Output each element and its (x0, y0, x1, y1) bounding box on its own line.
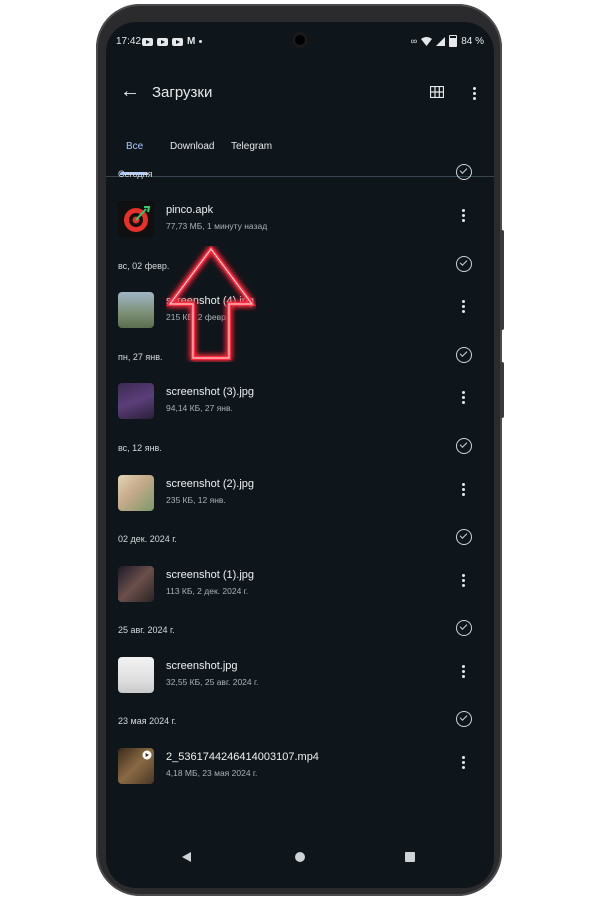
video-thumbnail (118, 748, 154, 784)
tab-all[interactable]: Все (126, 141, 143, 152)
select-all-check-icon[interactable] (456, 164, 472, 180)
item-more-icon[interactable] (458, 665, 468, 678)
image-thumbnail (118, 292, 154, 328)
date-label: 02 дек. 2024 г. (118, 534, 177, 544)
file-meta: 235 КБ, 12 янв. (166, 495, 226, 505)
battery-level: 84 % (461, 35, 484, 47)
nav-back-icon[interactable] (182, 852, 191, 862)
play-icon (142, 750, 152, 760)
item-more-icon[interactable] (458, 756, 468, 769)
list-item[interactable]: screenshot (4).jpg 215 КБ, 2 февр. (106, 290, 494, 334)
file-meta: 32,55 КБ, 25 авг. 2024 г. (166, 677, 259, 687)
file-meta: 94,14 КБ, 27 янв. (166, 403, 233, 413)
item-more-icon[interactable] (458, 483, 468, 496)
date-label: 25 авг. 2024 г. (118, 625, 175, 635)
power-button (500, 230, 504, 330)
item-more-icon[interactable] (458, 300, 468, 313)
more-options-icon[interactable] (469, 87, 479, 100)
front-camera (292, 32, 308, 48)
date-label: вс, 02 февр. (118, 261, 170, 271)
grid-view-icon[interactable] (430, 86, 444, 98)
file-name: pinco.apk (166, 204, 214, 216)
youtube-icon (157, 37, 168, 46)
date-label: пн, 27 янв. (118, 352, 163, 362)
date-header: 02 дек. 2024 г. (106, 529, 494, 553)
neon-arrow-up-icon (166, 246, 256, 360)
status-bar: 17:42 M ∞ 84 % (106, 22, 494, 62)
page-title: Загрузки (152, 84, 213, 101)
youtube-icon (142, 37, 153, 46)
date-header: вс, 02 февр. (106, 256, 494, 280)
image-thumbnail (118, 383, 154, 419)
select-all-check-icon[interactable] (456, 256, 472, 272)
date-label: Сегодня (118, 169, 153, 179)
battery-icon (449, 35, 458, 47)
date-header: Сегодня (106, 164, 494, 188)
list-item[interactable]: 2_5361744246414003107.mp4 4,18 МБ, 23 ма… (106, 746, 494, 790)
file-name: screenshot (3).jpg (166, 386, 255, 398)
app-icon (118, 201, 154, 237)
select-all-check-icon[interactable] (456, 347, 472, 363)
app-bar: ← Загрузки (106, 74, 494, 114)
system-icons: ∞ 84 % (411, 35, 484, 47)
file-name: 2_5361744246414003107.mp4 (166, 751, 319, 763)
date-header: 25 авг. 2024 г. (106, 620, 494, 644)
volume-button (500, 362, 504, 418)
image-thumbnail (118, 657, 154, 693)
tab-download[interactable]: Download (170, 141, 214, 152)
nav-home-icon[interactable] (295, 852, 305, 862)
date-label: 23 мая 2024 г. (118, 716, 177, 726)
file-meta: 4,18 МБ, 23 мая 2024 г. (166, 768, 258, 778)
list-item[interactable]: screenshot (3).jpg 94,14 КБ, 27 янв. (106, 381, 494, 425)
youtube-icon (172, 37, 183, 46)
file-name: screenshot.jpg (166, 660, 238, 672)
date-header: пн, 27 янв. (106, 347, 494, 371)
date-label: вс, 12 янв. (118, 443, 162, 453)
date-header: вс, 12 янв. (106, 438, 494, 462)
file-name: screenshot (1).jpg (166, 569, 255, 581)
gmail-icon: M (187, 36, 196, 47)
select-all-check-icon[interactable] (456, 438, 472, 454)
item-more-icon[interactable] (458, 209, 468, 222)
system-nav-bar (106, 844, 494, 874)
tab-telegram[interactable]: Telegram (231, 141, 272, 152)
signal-icon (436, 36, 446, 46)
file-meta: 113 КБ, 2 дек. 2024 г. (166, 586, 249, 596)
item-more-icon[interactable] (458, 574, 468, 587)
file-name: screenshot (2).jpg (166, 478, 255, 490)
link-icon: ∞ (410, 36, 418, 46)
select-all-check-icon[interactable] (456, 711, 472, 727)
item-more-icon[interactable] (458, 391, 468, 404)
more-notifications-icon (199, 40, 203, 43)
wifi-icon (421, 36, 433, 46)
select-all-check-icon[interactable] (456, 529, 472, 545)
nav-recents-icon[interactable] (405, 852, 415, 862)
date-header: 23 мая 2024 г. (106, 711, 494, 735)
list-item[interactable]: screenshot.jpg 32,55 КБ, 25 авг. 2024 г. (106, 655, 494, 699)
list-item[interactable]: pinco.apk 77,73 МБ, 1 минуту назад (106, 199, 494, 243)
image-thumbnail (118, 475, 154, 511)
status-time: 17:42 (116, 36, 142, 47)
image-thumbnail (118, 566, 154, 602)
list-item[interactable]: screenshot (2).jpg 235 КБ, 12 янв. (106, 473, 494, 517)
select-all-check-icon[interactable] (456, 620, 472, 636)
back-arrow-icon[interactable]: ← (118, 80, 142, 103)
notification-icons: M (142, 36, 203, 47)
screen: 17:42 M ∞ 84 % ← Загрузки Все Download T… (106, 22, 494, 888)
list-item[interactable]: screenshot (1).jpg 113 КБ, 2 дек. 2024 г… (106, 564, 494, 608)
file-meta: 77,73 МБ, 1 минуту назад (166, 221, 268, 231)
